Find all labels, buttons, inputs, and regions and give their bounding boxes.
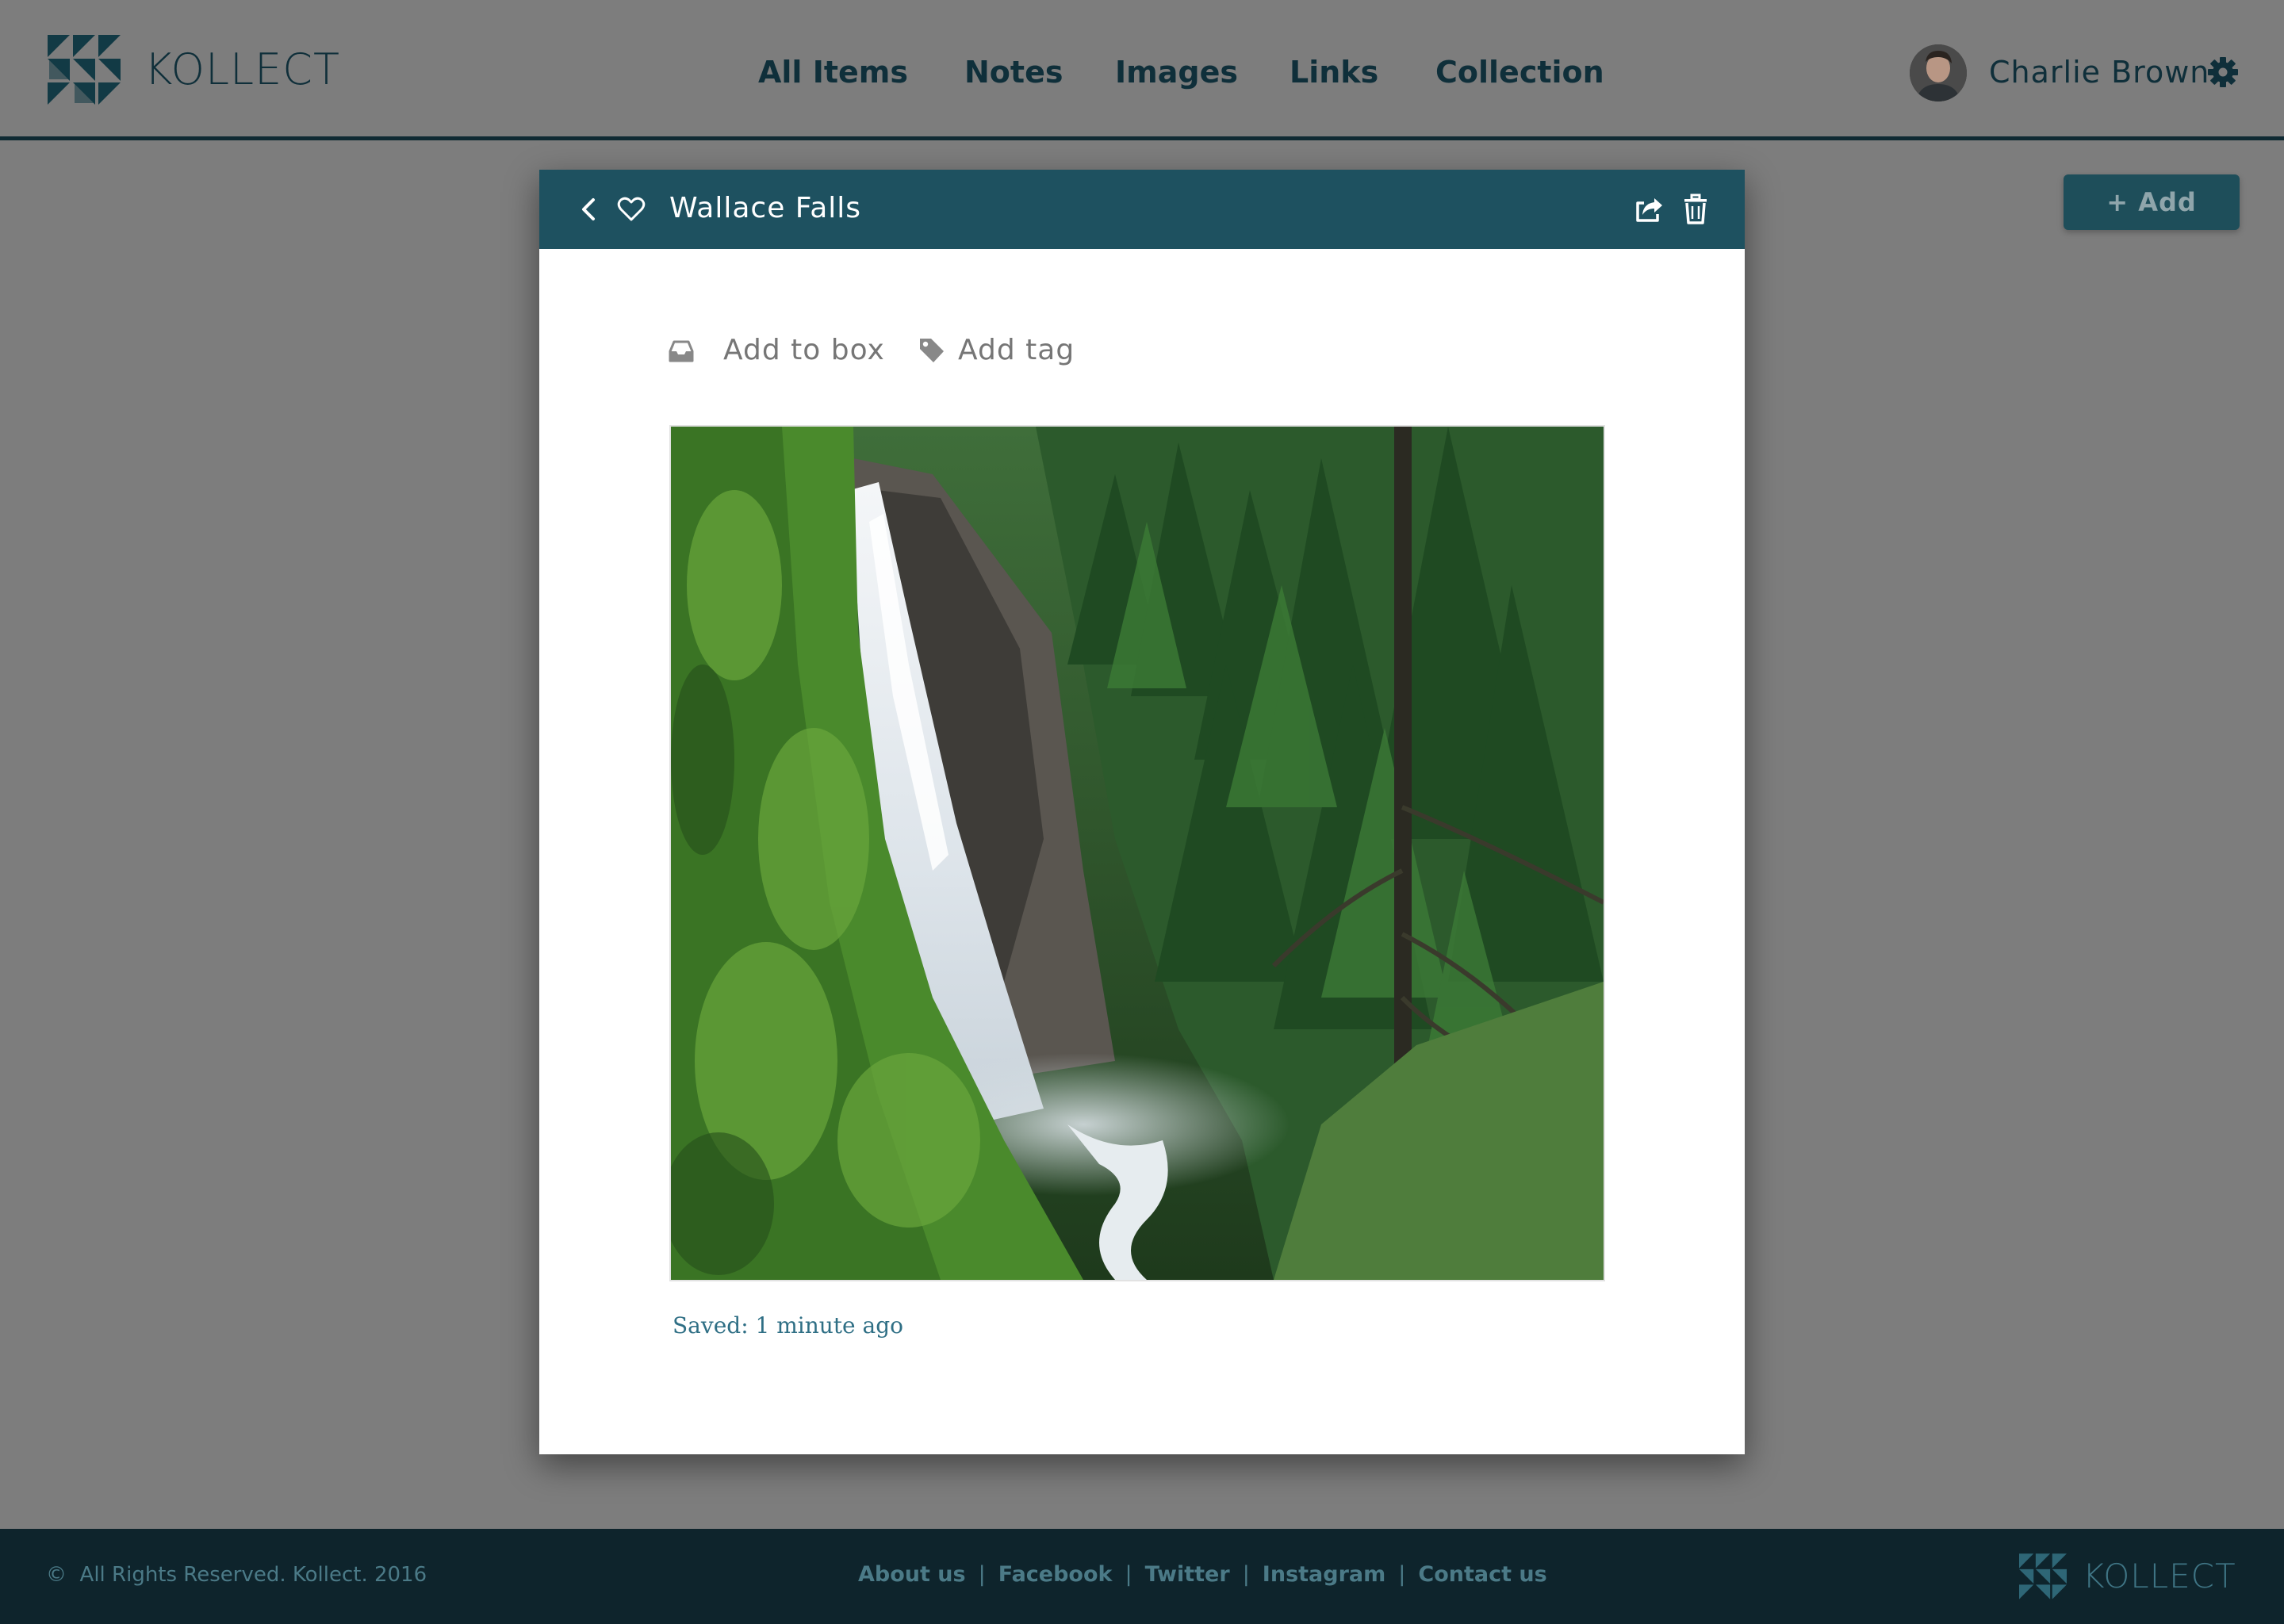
- footer-link-about[interactable]: About us: [858, 1562, 966, 1587]
- footer-link-facebook[interactable]: Facebook: [998, 1562, 1113, 1587]
- share-icon[interactable]: [1634, 193, 1665, 225]
- copyright-text: All Rights Reserved. Kollect. 2016: [79, 1563, 427, 1587]
- add-button[interactable]: + Add: [2064, 174, 2240, 230]
- item-detail-modal: Wallace Falls Add to box Add tag Saved: …: [539, 170, 1745, 1454]
- nav-notes[interactable]: Notes: [964, 52, 1063, 92]
- modal-title-bar: Wallace Falls: [539, 170, 1745, 249]
- trash-icon[interactable]: [1681, 193, 1710, 225]
- footer-links: About us | Facebook | Twitter | Instagram | Cont…: [858, 1559, 1547, 1591]
- logo-text[interactable]: KOLLECT: [144, 44, 340, 95]
- modal-title: Wallace Falls: [669, 192, 862, 224]
- nav-links[interactable]: Links: [1290, 52, 1378, 92]
- footer-link-contact[interactable]: Contact us: [1418, 1562, 1546, 1587]
- kollect-logo-icon[interactable]: [48, 35, 121, 105]
- gear-icon[interactable]: [2208, 57, 2238, 87]
- avatar[interactable]: [1910, 44, 1967, 102]
- footer-logo-icon[interactable]: [2019, 1553, 2067, 1600]
- item-image: [669, 425, 1605, 1281]
- back-chevron-icon[interactable]: [574, 193, 606, 225]
- add-tag-button[interactable]: Add tag: [958, 327, 1075, 374]
- footer-link-instagram[interactable]: Instagram: [1263, 1562, 1385, 1587]
- inbox-icon: [669, 340, 694, 362]
- saved-timestamp: Saved: 1 minute ago: [673, 1312, 904, 1339]
- waterfall-photo: [671, 427, 1604, 1280]
- footer-separator: |: [1125, 1562, 1132, 1587]
- footer-copyright: © All Rights Reserved. Kollect. 2016: [46, 1559, 427, 1591]
- user-avatar-icon: [1910, 44, 1967, 102]
- copyright-icon: ©: [46, 1563, 67, 1587]
- footer-separator: |: [1398, 1562, 1406, 1587]
- nav-images[interactable]: Images: [1115, 52, 1238, 92]
- top-header: KOLLECT All Items Notes Images Links Col…: [0, 0, 2284, 140]
- user-name[interactable]: Charlie Brown: [1989, 52, 2209, 92]
- footer-separator: |: [1242, 1562, 1250, 1587]
- add-to-box-button[interactable]: Add to box: [723, 327, 885, 374]
- nav-collection[interactable]: Collection: [1435, 52, 1604, 92]
- footer: © All Rights Reserved. Kollect. 2016 Abo…: [0, 1529, 2284, 1624]
- footer-separator: |: [978, 1562, 986, 1587]
- footer-link-twitter[interactable]: Twitter: [1145, 1562, 1230, 1587]
- nav-all-items[interactable]: All Items: [758, 52, 908, 92]
- heart-icon[interactable]: [615, 193, 647, 225]
- tag-icon: [920, 339, 944, 362]
- footer-logo-text[interactable]: KOLLECT: [2083, 1557, 2236, 1595]
